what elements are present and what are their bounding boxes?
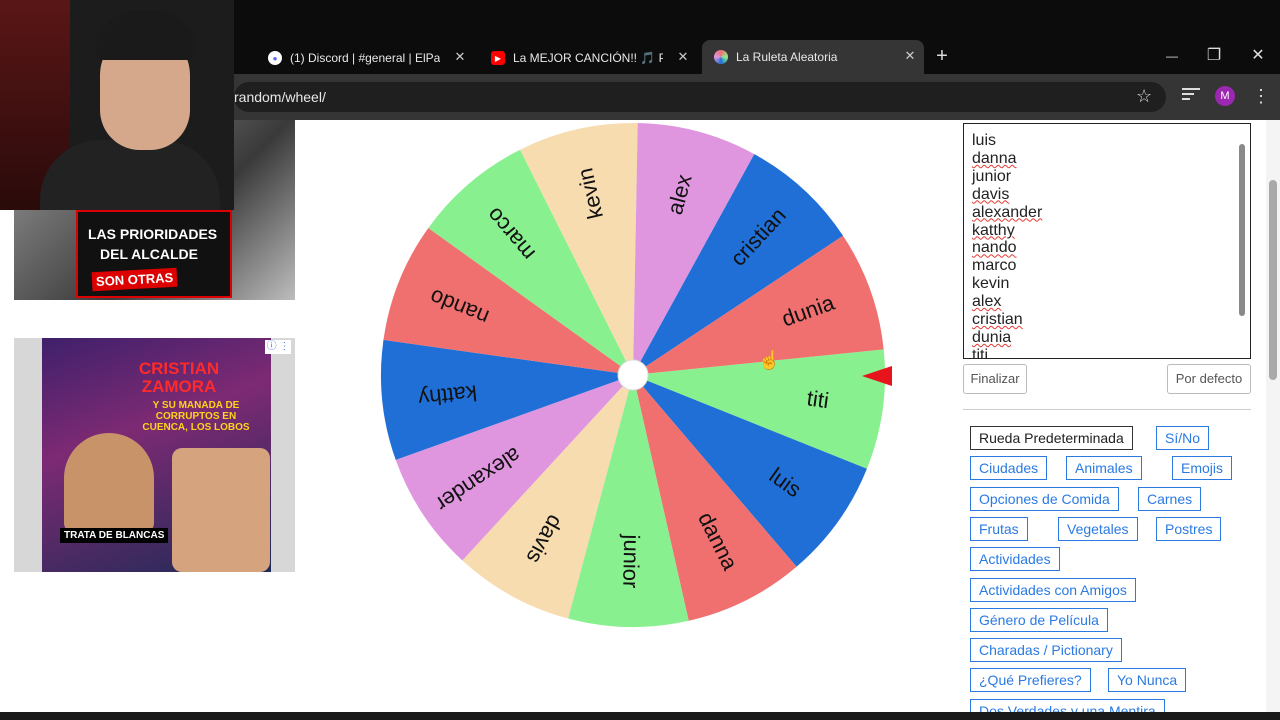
name-entry: kevin bbox=[972, 275, 1010, 293]
taskbar bbox=[0, 712, 1280, 720]
name-entry: dunia bbox=[972, 328, 1012, 346]
preset-button[interactable]: ¿Qué Prefieres? bbox=[970, 668, 1091, 693]
tab-title: La Ruleta Aleatoria bbox=[736, 50, 838, 64]
tab-discord[interactable]: ● (1) Discord | #general | ElPapus ✕ bbox=[268, 44, 468, 72]
ad-headline: LAS PRIORIDADES DEL ALCALDE SON OTRAS bbox=[76, 210, 232, 298]
preset-button[interactable]: Charadas / Pictionary bbox=[970, 638, 1122, 663]
close-window-icon[interactable]: ✕ bbox=[1248, 46, 1268, 66]
preset-button[interactable]: Género de Película bbox=[970, 607, 1108, 632]
discord-icon: ● bbox=[268, 51, 282, 65]
name-entry: davis bbox=[972, 185, 1010, 203]
preset-button[interactable]: Sí/No bbox=[1156, 426, 1210, 450]
profile-avatar[interactable]: M bbox=[1215, 86, 1235, 106]
wheel-label-junior: junior bbox=[618, 533, 644, 588]
wheel-pointer-icon bbox=[862, 366, 892, 386]
webcam-overlay bbox=[0, 0, 234, 210]
name-entry: marco bbox=[972, 257, 1017, 275]
divider bbox=[963, 409, 1251, 410]
name-entry: alex bbox=[972, 293, 1002, 311]
spin-wheel[interactable]: titi luis danna junior davis alexander katthy n… bbox=[380, 120, 888, 630]
finalize-button[interactable]: Finalizar bbox=[963, 364, 1027, 394]
preset-button[interactable]: Emojis bbox=[1172, 456, 1233, 481]
preset-button[interactable]: Animales bbox=[1066, 456, 1142, 481]
preset-button[interactable]: Rueda Predeterminada bbox=[970, 426, 1133, 450]
name-entry: katthy bbox=[972, 221, 1015, 239]
wheel-graphic[interactable]: titiluisdannajuniordavisalexanderkatthyn… bbox=[380, 120, 888, 630]
name-entry: nando bbox=[972, 239, 1017, 257]
bookmark-star-icon[interactable]: ☆ bbox=[1136, 86, 1152, 107]
ad-caption: TRATA DE BLANCAS bbox=[60, 528, 169, 543]
preset-button[interactable]: Yo Nunca bbox=[1108, 668, 1187, 693]
media-control-icon[interactable] bbox=[1182, 88, 1200, 104]
preset-button[interactable]: Carnes bbox=[1138, 486, 1202, 511]
scrollbar-thumb[interactable] bbox=[1239, 144, 1245, 316]
ad-subtitle: Y SU MANADA DE CORRUPTOS EN CUENCA, LOS … bbox=[142, 400, 250, 433]
name-entry: cristian bbox=[972, 311, 1023, 329]
preset-button[interactable]: Ciudades bbox=[970, 456, 1048, 481]
name-entry: junior bbox=[972, 167, 1012, 185]
preset-button[interactable]: Actividades con Amigos bbox=[970, 577, 1136, 602]
names-textarea[interactable]: luis danna junior davis alexander katthy nando… bbox=[963, 123, 1251, 359]
scrollbar[interactable] bbox=[1238, 128, 1246, 354]
name-entry: titi bbox=[972, 346, 988, 359]
new-tab-button[interactable]: + bbox=[932, 46, 952, 66]
restore-icon[interactable]: ❐ bbox=[1204, 46, 1224, 66]
minimize-icon[interactable]: — bbox=[1162, 46, 1182, 66]
url-text: random/wheel/ bbox=[234, 89, 326, 105]
tab-ruleta[interactable]: La Ruleta Aleatoria ✕ bbox=[702, 40, 924, 74]
preset-button[interactable]: Actividades bbox=[970, 547, 1060, 572]
ad-info-icon[interactable]: ⓘ ⋮ bbox=[265, 340, 291, 354]
preset-button[interactable]: Vegetales bbox=[1058, 516, 1138, 541]
name-entry: luis bbox=[972, 132, 997, 149]
close-icon[interactable]: ✕ bbox=[902, 48, 918, 64]
preset-button[interactable]: Frutas bbox=[970, 516, 1028, 541]
youtube-icon: ▶ bbox=[491, 51, 505, 65]
wheel-center-hub[interactable] bbox=[617, 359, 649, 391]
name-entry: alexander bbox=[972, 203, 1043, 221]
tab-title: La MEJOR CANCIÓN!! 🎵 Para A bbox=[513, 51, 663, 65]
default-button[interactable]: Por defecto bbox=[1167, 364, 1251, 394]
wheel-label-titi: titi bbox=[805, 385, 830, 413]
close-icon[interactable]: ✕ bbox=[675, 49, 691, 65]
ad-title: CRISTIAN ZAMORA bbox=[138, 359, 220, 396]
address-bar[interactable] bbox=[234, 82, 1166, 112]
close-icon[interactable]: ✕ bbox=[452, 49, 468, 65]
ruleta-favicon-icon bbox=[714, 50, 728, 64]
page-scrollbar[interactable] bbox=[1266, 120, 1280, 712]
ad-photo bbox=[172, 448, 270, 572]
preset-button[interactable]: Opciones de Comida bbox=[970, 486, 1119, 511]
name-entry: danna bbox=[972, 149, 1017, 167]
ad-photo bbox=[64, 433, 154, 533]
hand-cursor-icon: ☝ bbox=[758, 350, 781, 370]
menu-icon[interactable]: ⋮ bbox=[1252, 84, 1270, 108]
preset-button[interactable]: Postres bbox=[1156, 516, 1222, 541]
tab-title: (1) Discord | #general | ElPapus bbox=[290, 51, 440, 65]
tab-youtube[interactable]: ▶ La MEJOR CANCIÓN!! 🎵 Para A ✕ bbox=[491, 44, 691, 72]
ad-banner-bottom[interactable]: CRISTIAN ZAMORA Y SU MANADA DE CORRUPTOS… bbox=[14, 338, 295, 572]
